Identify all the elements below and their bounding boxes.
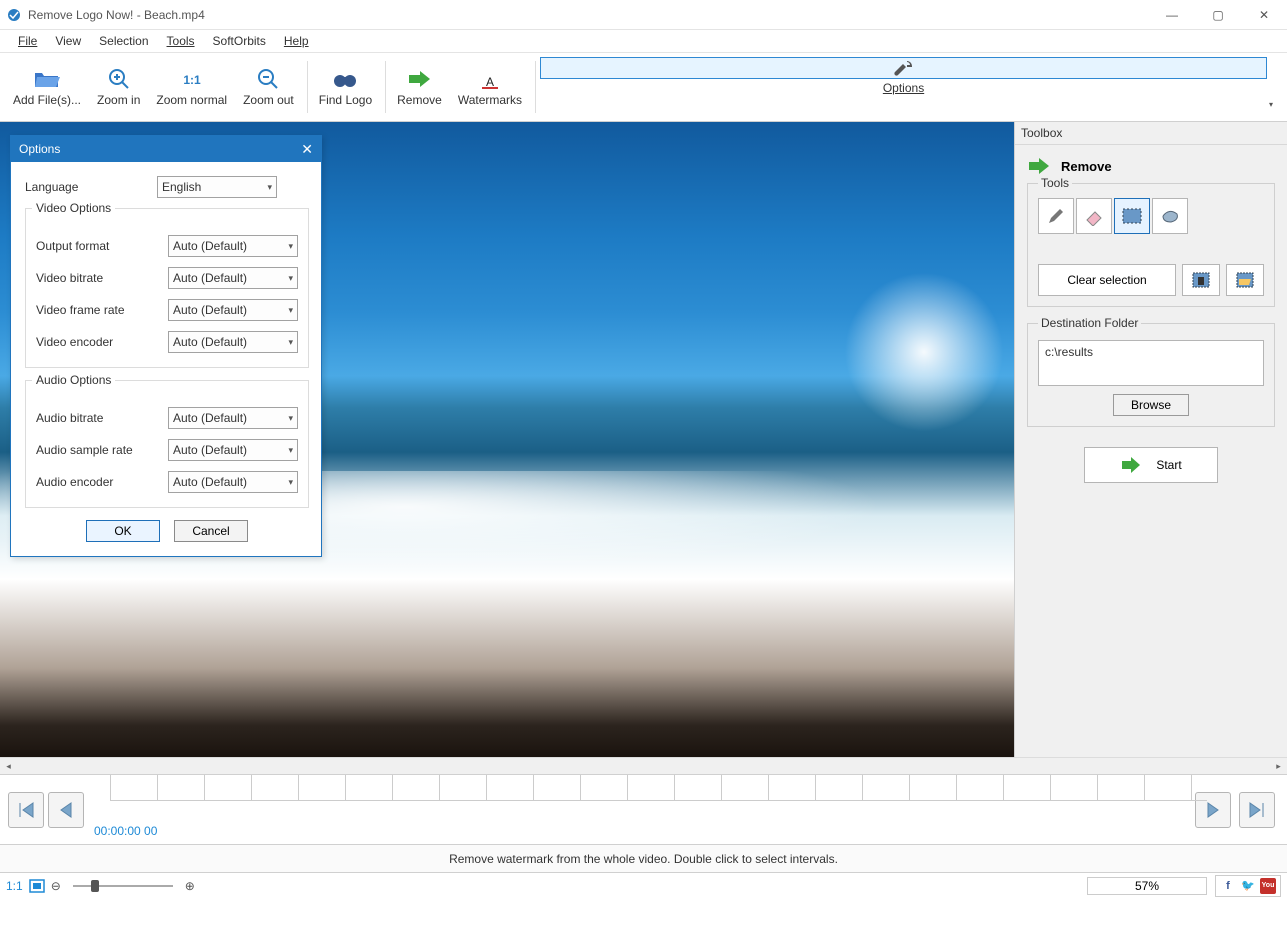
zoom-ratio[interactable]: 1:1 — [6, 879, 23, 893]
window-title: Remove Logo Now! - Beach.mp4 — [28, 8, 205, 22]
tool-lasso[interactable] — [1152, 198, 1188, 234]
minimize-button[interactable]: — — [1149, 0, 1195, 30]
text-a-icon: A — [477, 66, 503, 92]
add-files-button[interactable]: Add File(s)... — [6, 57, 88, 117]
binoculars-icon — [332, 66, 358, 92]
app-icon — [6, 7, 22, 23]
prev-frame-button[interactable] — [48, 792, 84, 828]
options-button[interactable]: Options — [540, 57, 1267, 79]
title-bar: Remove Logo Now! - Beach.mp4 — ▢ ✕ — [0, 0, 1287, 30]
tools-group: Tools Clear selection — [1027, 183, 1275, 307]
arrow-right-icon — [406, 66, 432, 92]
audio-samplerate-select[interactable]: Auto (Default)▾ — [168, 439, 298, 461]
destination-input[interactable]: c:\results — [1038, 340, 1264, 386]
zoom-slider[interactable] — [73, 885, 173, 887]
zoom-in-icon — [106, 66, 132, 92]
toolbar-overflow[interactable]: ▾ — [1269, 57, 1281, 117]
timeline-ruler[interactable] — [110, 775, 1207, 801]
zoom-in-button[interactable]: Zoom in — [90, 57, 147, 117]
find-logo-button[interactable]: Find Logo — [312, 57, 379, 117]
toolbox-panel: Toolbox Remove Tools Clear selection — [1014, 122, 1287, 757]
svg-text:1:1: 1:1 — [183, 73, 201, 87]
folder-open-icon — [34, 66, 60, 92]
zoom-minus-icon[interactable]: ⊖ — [51, 879, 61, 893]
maximize-button[interactable]: ▢ — [1195, 0, 1241, 30]
options-dialog: Options ✕ Language English▾ Video Option… — [10, 135, 322, 557]
menu-softorbits[interactable]: SoftOrbits — [205, 32, 274, 50]
scroll-left[interactable]: ◂ — [0, 758, 17, 775]
zoom-11-icon: 1:1 — [179, 66, 205, 92]
zoom-out-icon — [255, 66, 281, 92]
browse-button[interactable]: Browse — [1113, 394, 1189, 416]
video-encoder-select[interactable]: Auto (Default)▾ — [168, 331, 298, 353]
menu-file[interactable]: File — [10, 32, 45, 50]
clear-selection-button[interactable]: Clear selection — [1038, 264, 1176, 296]
start-button[interactable]: Start — [1084, 447, 1218, 483]
close-button[interactable]: ✕ — [1241, 0, 1287, 30]
svg-text:A: A — [486, 75, 494, 89]
cancel-button[interactable]: Cancel — [174, 520, 248, 542]
menu-view[interactable]: View — [47, 32, 89, 50]
audio-options-group: Audio Options Audio bitrateAuto (Default… — [25, 380, 309, 508]
zoom-normal-button[interactable]: 1:1 Zoom normal — [149, 57, 234, 117]
video-bitrate-select[interactable]: Auto (Default)▾ — [168, 267, 298, 289]
zoom-out-button[interactable]: Zoom out — [236, 57, 301, 117]
timecode: 00:00:00 00 — [94, 824, 157, 838]
language-label: Language — [25, 180, 157, 194]
ok-button[interactable]: OK — [86, 520, 160, 542]
audio-encoder-select[interactable]: Auto (Default)▾ — [168, 471, 298, 493]
youtube-icon[interactable]: You — [1260, 878, 1276, 894]
wrench-icon — [891, 58, 917, 80]
menu-selection[interactable]: Selection — [91, 32, 156, 50]
menu-tools[interactable]: Tools — [159, 32, 203, 50]
save-selection-button[interactable] — [1182, 264, 1220, 296]
dialog-close-button[interactable]: ✕ — [301, 141, 313, 158]
tool-marquee[interactable] — [1114, 198, 1150, 234]
go-start-button[interactable] — [8, 792, 44, 828]
menu-help[interactable]: Help — [276, 32, 317, 50]
horizontal-scrollbar[interactable]: ◂ ▸ — [0, 757, 1287, 774]
hint-text: Remove watermark from the whole video. D… — [0, 844, 1287, 872]
output-format-select[interactable]: Auto (Default)▾ — [168, 235, 298, 257]
progress-percent: 57% — [1087, 877, 1207, 895]
arrow-right-icon — [1027, 155, 1051, 177]
main-toolbar: Add File(s)... Zoom in 1:1 Zoom normal Z… — [0, 52, 1287, 122]
destination-group: Destination Folder c:\results Browse — [1027, 323, 1275, 427]
watermarks-button[interactable]: A Watermarks — [451, 57, 529, 117]
toolbox-title: Remove — [1061, 159, 1112, 174]
load-selection-button[interactable] — [1226, 264, 1264, 296]
go-end-button[interactable] — [1239, 792, 1275, 828]
twitter-icon[interactable]: 🐦 — [1240, 878, 1256, 894]
status-bar: 1:1 ⊖ ⊕ 57% f 🐦 You — [0, 872, 1287, 898]
zoom-plus-icon[interactable]: ⊕ — [185, 879, 195, 893]
video-options-group: Video Options Output formatAuto (Default… — [25, 208, 309, 368]
remove-button[interactable]: Remove — [390, 57, 449, 117]
dialog-title: Options — [19, 142, 60, 156]
toolbox-header: Toolbox — [1015, 122, 1287, 145]
scroll-right[interactable]: ▸ — [1270, 758, 1287, 775]
audio-bitrate-select[interactable]: Auto (Default)▾ — [168, 407, 298, 429]
language-select[interactable]: English▾ — [157, 176, 277, 198]
tool-eraser[interactable] — [1076, 198, 1112, 234]
tool-pencil[interactable] — [1038, 198, 1074, 234]
video-framerate-select[interactable]: Auto (Default)▾ — [168, 299, 298, 321]
arrow-right-icon — [1120, 455, 1142, 475]
fit-icon[interactable] — [29, 879, 45, 893]
timeline: 00:00:00 00 — [0, 774, 1287, 844]
menu-bar: File View Selection Tools SoftOrbits Hel… — [0, 30, 1287, 52]
facebook-icon[interactable]: f — [1220, 878, 1236, 894]
